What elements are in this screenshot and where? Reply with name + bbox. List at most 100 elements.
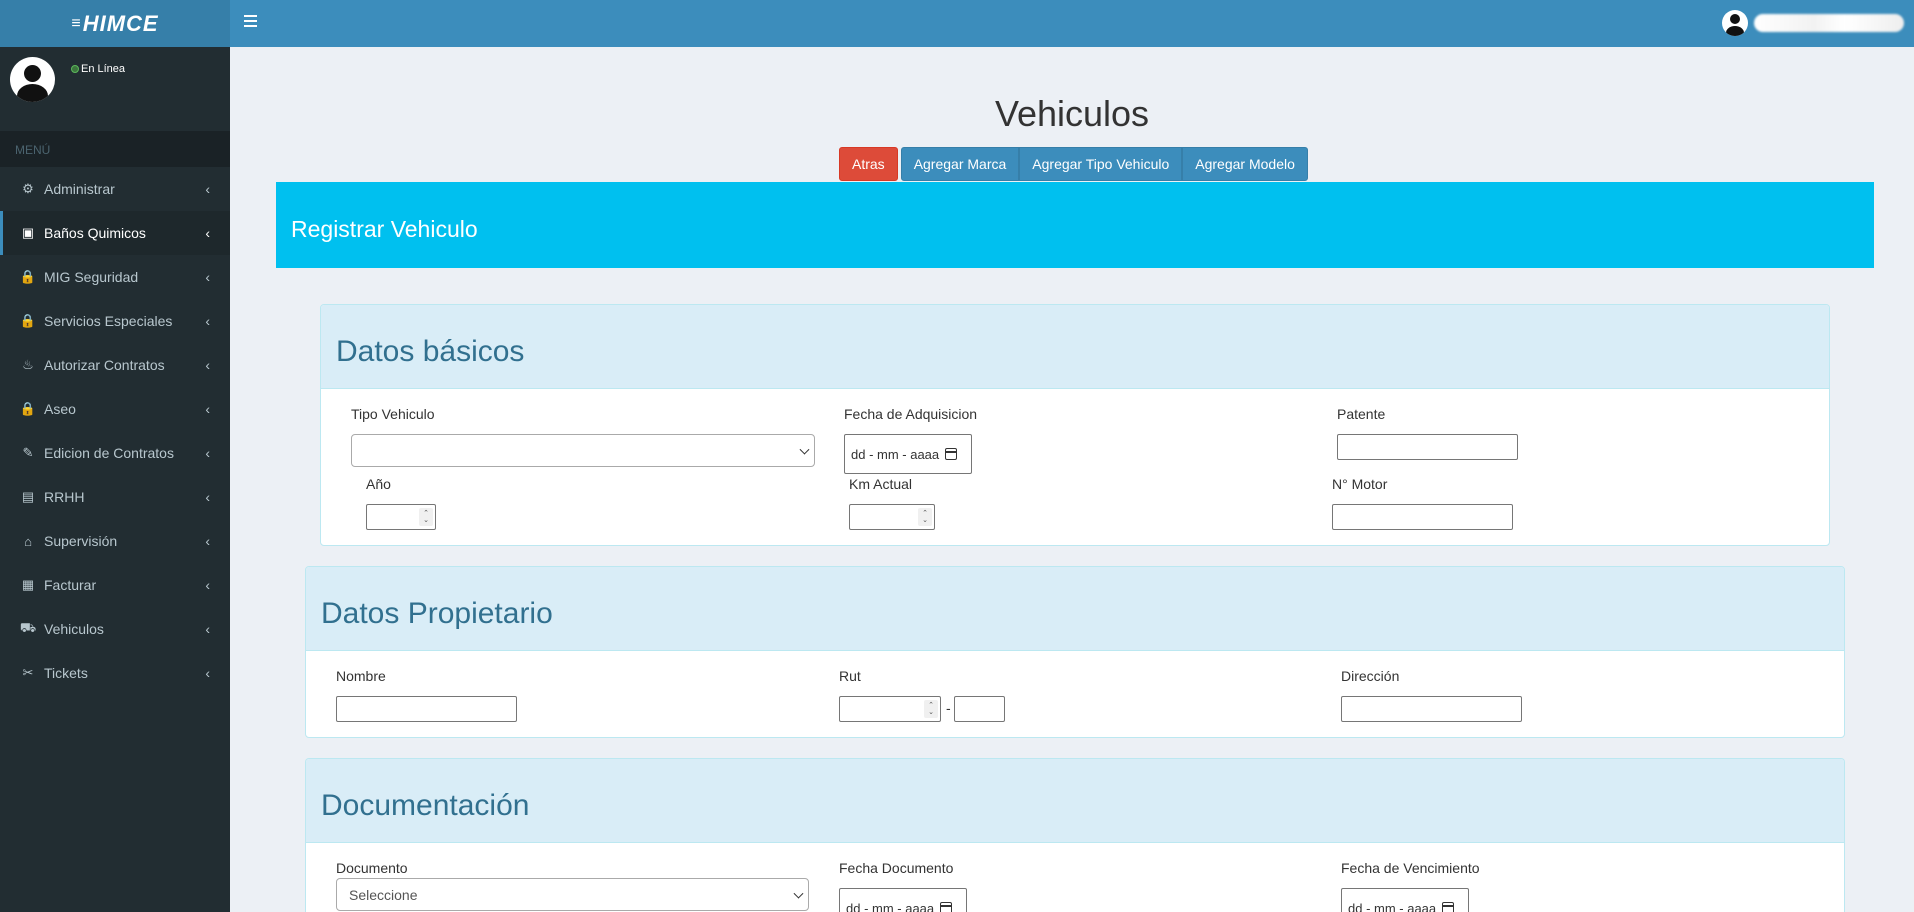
sidebar-item-baños-quimicos[interactable]: ▣ Baños Quimicos ‹ xyxy=(0,211,230,255)
sidebar-item-mig-seguridad[interactable]: 🔒 MIG Seguridad ‹ xyxy=(0,255,230,299)
direccion-input[interactable] xyxy=(1341,696,1522,722)
chevron-left-icon: ‹ xyxy=(205,577,210,593)
sidebar-item-label: RRHH xyxy=(44,489,85,505)
edit-icon: ✎ xyxy=(22,445,34,460)
add-model-button[interactable]: Agregar Modelo xyxy=(1182,147,1308,181)
lock-icon: 🔒 xyxy=(19,269,37,284)
documento-select[interactable]: Seleccione xyxy=(336,878,809,911)
book-icon: ▤ xyxy=(21,489,35,504)
stepper-icon[interactable]: ⌃ ⌄ xyxy=(419,508,433,526)
stepper-icon[interactable]: ⌃ ⌄ xyxy=(924,700,938,718)
nombre-input[interactable] xyxy=(336,696,517,722)
page-title: Vehiculos xyxy=(994,93,1150,134)
documento-label: Documento xyxy=(336,860,408,876)
archive-icon: ▦ xyxy=(21,577,35,592)
avatar xyxy=(10,57,55,102)
user-menu[interactable] xyxy=(1722,9,1904,37)
fecha-adquisicion-placeholder: dd - mm - aaaa xyxy=(851,446,940,462)
fecha-documento-placeholder: dd - mm - aaaa xyxy=(846,900,935,912)
chevron-down-icon xyxy=(799,444,810,455)
sidebar-item-label: Autorizar Contratos xyxy=(44,357,165,373)
sidebar-item-edicion-de-contratos[interactable]: ✎ Edicion de Contratos ‹ xyxy=(0,431,230,475)
sidebar-item-administrar[interactable]: ⚙ Administrar ‹ xyxy=(0,167,230,211)
motor-input[interactable] xyxy=(1332,504,1513,530)
documento-value: Seleccione xyxy=(349,886,418,903)
sidebar-item-label: Servicios Especiales xyxy=(44,313,173,329)
anio-input[interactable]: ⌃ ⌄ xyxy=(366,504,436,530)
anio-label: Año xyxy=(366,476,391,492)
chevron-left-icon: ‹ xyxy=(205,357,210,373)
status-label: En Línea xyxy=(81,63,126,75)
chevron-left-icon: ‹ xyxy=(205,181,210,197)
sidebar-item-label: Aseo xyxy=(44,401,76,417)
chevron-left-icon: ‹ xyxy=(205,269,210,285)
back-button[interactable]: Atras xyxy=(839,147,898,181)
fecha-adquisicion-label: Fecha de Adquisicion xyxy=(844,406,978,422)
rut-separator: - xyxy=(946,700,951,716)
chevron-down-icon xyxy=(793,888,804,899)
sidebar-item-label: Supervisión xyxy=(44,533,118,549)
logo-text: HIMCE xyxy=(82,10,159,36)
fecha-documento-label: Fecha Documento xyxy=(839,860,954,876)
sidebar-item-servicios-especiales[interactable]: 🔒 Servicios Especiales ‹ xyxy=(0,299,230,343)
owner-data-panel: Datos Propietario Nombre Rut ⌃ ⌄ - Direcc… xyxy=(305,566,1845,738)
basic-data-title: Datos básicos xyxy=(336,335,525,368)
add-brand-button[interactable]: Agregar Marca xyxy=(900,147,1020,181)
action-buttons: Atras Agregar Marca Agregar Tipo Vehicul… xyxy=(839,147,1308,181)
calendar-icon[interactable] xyxy=(945,448,958,460)
sidebar-item-facturar[interactable]: ▦ Facturar ‹ xyxy=(0,563,230,607)
km-actual-input[interactable]: ⌃ ⌄ xyxy=(849,504,935,530)
rut-label: Rut xyxy=(839,668,861,684)
stepper-icon[interactable]: ⌃ ⌄ xyxy=(918,508,932,526)
fire-icon: ♨ xyxy=(22,357,34,372)
rut-number-input[interactable]: ⌃ ⌄ xyxy=(839,696,941,722)
calendar-icon[interactable] xyxy=(940,902,953,912)
calendar-icon[interactable] xyxy=(1442,902,1455,912)
chevron-left-icon: ‹ xyxy=(205,621,210,637)
user-name-redacted xyxy=(1754,14,1904,32)
chevron-left-icon: ‹ xyxy=(205,225,210,241)
documentation-title: Documentación xyxy=(321,789,530,822)
ticket-icon: ✂ xyxy=(22,665,34,680)
sidebar-item-vehiculos[interactable]: ⛟ Vehiculos ‹ xyxy=(0,607,230,651)
logo[interactable]: ≡ HIMCE xyxy=(0,0,230,47)
sidebar-menu: ⚙ Administrar ‹ ▣ Baños Quimicos ‹ 🔒 MIG Seguri… xyxy=(0,167,230,695)
sidebar-item-label: Baños Quimicos xyxy=(44,225,146,241)
sidebar-item-label: Tickets xyxy=(44,665,88,681)
basic-data-header: Datos básicos xyxy=(321,305,1829,389)
km-actual-label: Km Actual xyxy=(849,476,913,492)
tipo-vehiculo-select[interactable] xyxy=(351,434,815,467)
sidebar-item-label: Facturar xyxy=(44,577,97,593)
direccion-label: Dirección xyxy=(1341,668,1400,684)
tipo-vehiculo-label: Tipo Vehiculo xyxy=(351,406,435,422)
fecha-adquisicion-input[interactable]: dd - mm - aaaa xyxy=(844,434,972,474)
sidebar-item-aseo[interactable]: 🔒 Aseo ‹ xyxy=(0,387,230,431)
chevron-left-icon: ‹ xyxy=(205,489,210,505)
sidebar-item-label: Edicion de Contratos xyxy=(44,445,174,461)
rut-dv-input[interactable] xyxy=(954,696,1005,722)
sidebar-item-tickets[interactable]: ✂ Tickets ‹ xyxy=(0,651,230,695)
sidebar-item-autorizar-contratos[interactable]: ♨ Autorizar Contratos ‹ xyxy=(0,343,230,387)
logo-lines-icon: ≡ xyxy=(71,14,81,32)
sidebar-toggle-icon[interactable] xyxy=(244,12,258,32)
sidebar-item-label: Vehiculos xyxy=(44,621,104,637)
lock-icon: 🔒 xyxy=(19,313,37,328)
user-panel: En Línea xyxy=(0,47,230,131)
owner-data-title: Datos Propietario xyxy=(321,597,553,630)
register-vehicle-box: Registrar Vehiculo xyxy=(276,182,1874,268)
sidebar-item-rrhh[interactable]: ▤ RRHH ‹ xyxy=(0,475,230,519)
sidebar-item-supervisión[interactable]: ⌂ Supervisión ‹ xyxy=(0,519,230,563)
patente-input[interactable] xyxy=(1337,434,1518,460)
chevron-left-icon: ‹ xyxy=(205,665,210,681)
bank-icon: ⌂ xyxy=(24,533,32,549)
fecha-documento-input[interactable]: dd - mm - aaaa xyxy=(839,888,967,912)
lock-icon: 🔒 xyxy=(19,401,37,416)
top-navbar: ≡ HIMCE xyxy=(0,0,1914,47)
owner-data-header: Datos Propietario xyxy=(306,567,1844,651)
add-vehicle-type-button[interactable]: Agregar Tipo Vehiculo xyxy=(1019,147,1183,181)
menu-header: MENÚ xyxy=(0,131,230,167)
online-status: En Línea xyxy=(71,63,125,75)
fecha-vencimiento-input[interactable]: dd - mm - aaaa xyxy=(1341,888,1469,912)
documentation-header: Documentación xyxy=(306,759,1844,843)
patente-label: Patente xyxy=(1337,406,1386,422)
